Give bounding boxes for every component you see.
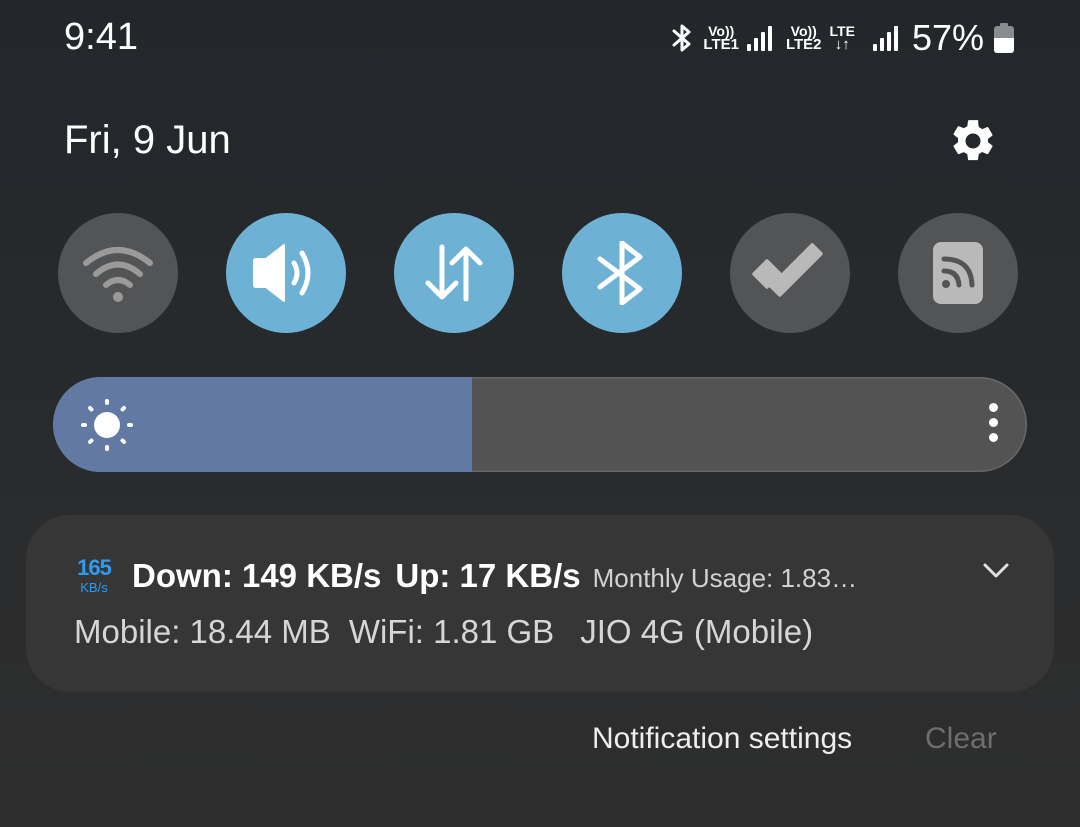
monthly-usage: Monthly Usage: 1.83… <box>592 563 858 593</box>
bluetooth-icon <box>597 241 643 305</box>
lte-data-icon: LTE ↓↑ <box>829 23 855 53</box>
network-speed-notification[interactable]: 165 KB/s Down: 149 KB/s Up: 17 KB/s Monthl… <box>26 515 1054 692</box>
sound-toggle[interactable] <box>226 213 346 333</box>
cast-toggle[interactable] <box>898 213 1018 333</box>
download-speed: Down: 149 KB/s <box>132 557 382 594</box>
brightness-slider[interactable] <box>53 377 1027 472</box>
signal-strength-2-icon <box>872 25 898 51</box>
notification-settings-button[interactable]: Notification settings <box>592 722 852 756</box>
date-label: Fri, 9 Jun <box>64 118 231 162</box>
volte-lte2-icon: Vo)) LTE2 <box>785 23 822 53</box>
data-transfer-icon <box>425 244 483 302</box>
cast-icon <box>933 242 983 304</box>
bluetooth-toggle[interactable] <box>562 213 682 333</box>
more-vertical-icon[interactable] <box>983 403 1003 447</box>
battery-icon <box>994 23 1014 53</box>
clear-button[interactable]: Clear <box>925 722 997 756</box>
wifi-icon <box>83 247 153 302</box>
chevron-down-icon[interactable] <box>982 561 1010 581</box>
signal-strength-1-icon <box>746 25 772 51</box>
speed-badge: 165 KB/s <box>77 555 112 595</box>
sun-icon <box>81 399 133 451</box>
bluetooth-icon <box>672 24 691 52</box>
clock: 9:41 <box>64 16 138 58</box>
mobile-data-toggle[interactable] <box>394 213 514 333</box>
tasks-toggle[interactable] <box>730 213 850 333</box>
gear-icon[interactable] <box>948 116 998 166</box>
wifi-usage: WiFi: 1.81 GB <box>348 613 555 650</box>
network-name: JIO 4G (Mobile) <box>580 613 814 650</box>
volume-icon <box>253 244 311 302</box>
upload-speed: Up: 17 KB/s <box>395 557 581 594</box>
volte-lte1-icon: Vo)) LTE1 <box>703 23 739 53</box>
status-bar: 9:41 Vo)) LTE1 Vo)) LTE2 LTE ↓↑ 57% <box>0 0 1080 80</box>
check-icon <box>752 243 823 297</box>
status-icons: Vo)) LTE1 Vo)) LTE2 LTE ↓↑ 57% <box>669 16 1014 60</box>
wifi-toggle[interactable] <box>58 213 178 333</box>
mobile-usage: Mobile: 18.44 MB <box>74 613 331 650</box>
battery-percent: 57% <box>911 17 984 58</box>
notification-title: Down: 149 KB/s Up: 17 KB/s Monthly Usage: … <box>132 557 932 595</box>
notification-body: Mobile: 18.44 MB WiFi: 1.81 GB JIO 4G (Mob… <box>74 613 813 651</box>
quick-settings-tiles <box>58 213 1020 333</box>
